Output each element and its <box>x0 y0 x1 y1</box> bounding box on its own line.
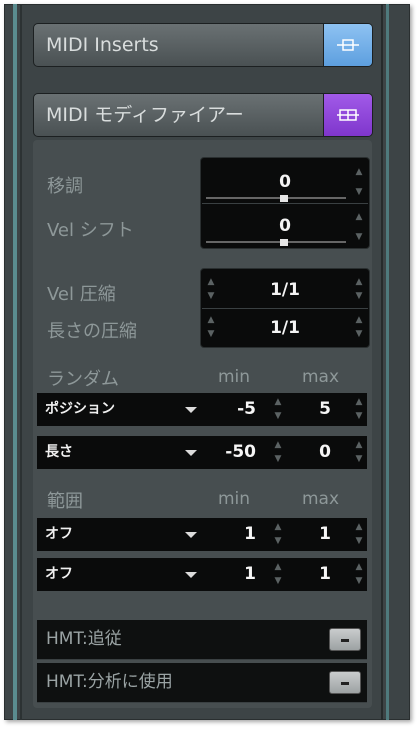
random-min-up-arrow-icon-2[interactable]: ▲ <box>273 440 283 450</box>
range-min-down-arrow-icon-1[interactable]: ▼ <box>273 536 283 546</box>
hmt-analysis-toggle-button[interactable] <box>329 671 361 694</box>
range-max-up-arrow-icon-2[interactable]: ▲ <box>354 562 364 572</box>
vel-shift-down-arrow-icon[interactable]: ▼ <box>354 232 364 242</box>
range-max-down-arrow-icon-1[interactable]: ▼ <box>354 536 364 546</box>
range-row-1[interactable]: オフ 1 ▲ ▼ 1 ▲ ▼ <box>37 518 367 551</box>
range-min-value-1[interactable]: 1 <box>212 518 256 551</box>
random-row-2[interactable]: 長さ -50 ▲ ▼ 0 ▲ ▼ <box>37 436 367 469</box>
vel-compress-down-arrow-icon-right[interactable]: ▼ <box>354 291 364 301</box>
vel-compress-up-arrow-icon-right[interactable]: ▲ <box>354 277 364 287</box>
range-max-value-2[interactable]: 1 <box>287 558 331 591</box>
random-row-1[interactable]: ポジション -5 ▲ ▼ 5 ▲ ▼ <box>37 393 367 426</box>
modifier-grid-icon <box>337 109 359 121</box>
midi-inserts-label: MIDI Inserts <box>46 34 159 56</box>
random-min-down-arrow-icon-2[interactable]: ▼ <box>273 454 283 464</box>
vel-shift-slider-knob[interactable] <box>280 239 288 246</box>
random-max-down-arrow-icon-1[interactable]: ▼ <box>354 411 364 421</box>
range-min-up-arrow-icon-2[interactable]: ▲ <box>273 562 283 572</box>
length-compress-up-arrow-icon-right[interactable]: ▲ <box>354 315 364 325</box>
length-compress-value[interactable]: 1/1 <box>255 318 315 338</box>
transpose-slider-knob[interactable] <box>280 195 288 202</box>
random-title: ランダム <box>47 369 119 390</box>
range-row-2[interactable]: オフ 1 ▲ ▼ 1 ▲ ▼ <box>37 558 367 591</box>
vel-compress-label: Vel 圧縮 <box>47 284 116 305</box>
minus-icon <box>341 639 349 642</box>
range-title: 範囲 <box>47 491 83 512</box>
compress-divider <box>202 308 368 309</box>
random-min-up-arrow-icon-1[interactable]: ▲ <box>273 397 283 407</box>
random-max-header: max <box>302 367 340 387</box>
transpose-label: 移調 <box>47 176 83 197</box>
range-type-dropdown-1[interactable]: オフ <box>45 518 73 551</box>
inserts-toggle-button[interactable] <box>323 24 372 66</box>
hmt-follow-row: HMT:追従 <box>37 620 367 660</box>
range-max-down-arrow-icon-2[interactable]: ▼ <box>354 576 364 586</box>
transpose-divider <box>202 203 368 204</box>
transpose-down-arrow-icon[interactable]: ▼ <box>354 187 364 197</box>
transpose-slider-track[interactable] <box>206 197 346 199</box>
right-shadow-bar <box>381 4 383 720</box>
midi-modifiers-header[interactable]: MIDI モディファイアー <box>33 93 373 137</box>
random-type-dropdown-1[interactable]: ポジション <box>45 393 115 426</box>
random-min-header: min <box>218 367 251 387</box>
random-max-value-2[interactable]: 0 <box>287 436 331 469</box>
midi-modifiers-label: MIDI モディファイアー <box>46 104 244 126</box>
right-accent-bar <box>386 4 389 720</box>
length-compress-up-arrow-icon[interactable]: ▲ <box>206 315 216 325</box>
hmt-analysis-label: HMT:分析に使用 <box>46 672 173 692</box>
random-min-down-arrow-icon-1[interactable]: ▼ <box>273 411 283 421</box>
random-max-down-arrow-icon-2[interactable]: ▼ <box>354 454 364 464</box>
vel-compress-value[interactable]: 1/1 <box>255 280 315 300</box>
range-min-header: min <box>218 489 251 509</box>
hmt-follow-label: HMT:追従 <box>46 629 122 649</box>
vel-shift-value[interactable]: 0 <box>265 216 305 236</box>
range-min-value-2[interactable]: 1 <box>212 558 256 591</box>
range-max-value-1[interactable]: 1 <box>287 518 331 551</box>
random-min-value-2[interactable]: -50 <box>212 436 256 469</box>
left-accent-bar <box>13 4 17 720</box>
minus-icon <box>341 682 349 685</box>
random-max-up-arrow-icon-2[interactable]: ▲ <box>354 440 364 450</box>
left-shadow-bar <box>20 4 22 720</box>
hmt-follow-toggle-button[interactable] <box>329 628 361 651</box>
vel-shift-label: Vel シフト <box>47 220 134 241</box>
length-compress-label: 長さの圧縮 <box>47 321 137 342</box>
chevron-down-icon[interactable] <box>185 532 197 538</box>
transpose-value[interactable]: 0 <box>265 172 305 192</box>
vel-compress-up-arrow-icon[interactable]: ▲ <box>206 277 216 287</box>
chevron-down-icon[interactable] <box>185 450 197 456</box>
chevron-down-icon[interactable] <box>185 572 197 578</box>
length-compress-down-arrow-icon[interactable]: ▼ <box>206 329 216 339</box>
range-min-down-arrow-icon-2[interactable]: ▼ <box>273 576 283 586</box>
chevron-down-icon[interactable] <box>185 407 197 413</box>
hmt-analysis-row: HMT:分析に使用 <box>37 663 367 703</box>
midi-inserts-header[interactable]: MIDI Inserts <box>33 23 373 67</box>
range-max-up-arrow-icon-1[interactable]: ▲ <box>354 522 364 532</box>
modifiers-toggle-button[interactable] <box>323 94 372 136</box>
random-min-value-1[interactable]: -5 <box>212 393 256 426</box>
vel-shift-up-arrow-icon[interactable]: ▲ <box>354 212 364 222</box>
random-max-value-1[interactable]: 5 <box>287 393 331 426</box>
random-type-dropdown-2[interactable]: 長さ <box>45 436 73 469</box>
insert-slot-icon <box>337 39 359 51</box>
range-type-dropdown-2[interactable]: オフ <box>45 558 73 591</box>
vel-shift-slider-track[interactable] <box>206 241 346 243</box>
random-max-up-arrow-icon-1[interactable]: ▲ <box>354 397 364 407</box>
length-compress-down-arrow-icon-right[interactable]: ▼ <box>354 329 364 339</box>
range-max-header: max <box>302 489 340 509</box>
vel-compress-down-arrow-icon[interactable]: ▼ <box>206 291 216 301</box>
range-min-up-arrow-icon-1[interactable]: ▲ <box>273 522 283 532</box>
transpose-up-arrow-icon[interactable]: ▲ <box>354 167 364 177</box>
